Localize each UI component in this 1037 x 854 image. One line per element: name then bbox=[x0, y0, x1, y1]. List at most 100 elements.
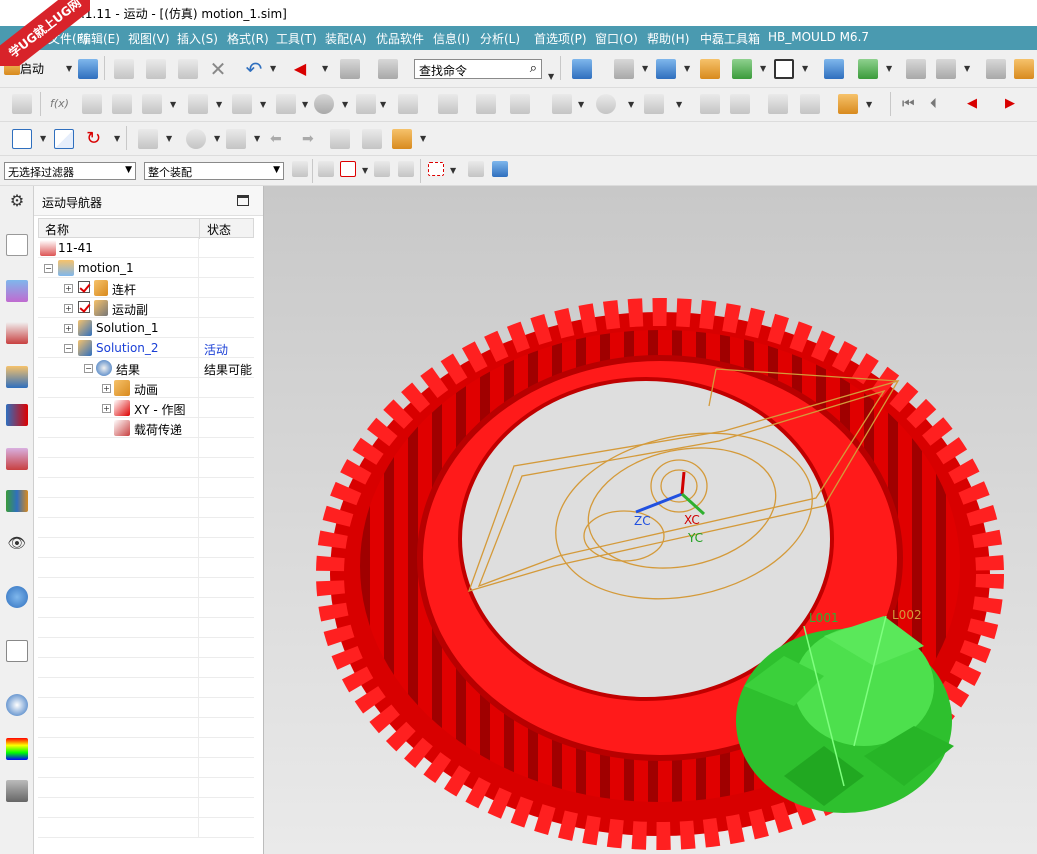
collapse-icon[interactable]: − bbox=[84, 364, 93, 373]
menu-preferences[interactable]: 首选项(P) bbox=[534, 30, 587, 47]
driver-icon[interactable] bbox=[644, 94, 664, 114]
expand-icon[interactable]: + bbox=[102, 384, 111, 393]
interference-icon[interactable] bbox=[438, 94, 458, 114]
previous-dropdown-icon[interactable]: ▼ bbox=[322, 64, 328, 73]
expand-icon[interactable]: + bbox=[64, 284, 73, 293]
settings-gear-icon[interactable]: ⚙ bbox=[6, 190, 28, 212]
menu-format[interactable]: 格式(R) bbox=[227, 30, 269, 47]
plot-icon[interactable] bbox=[226, 129, 246, 149]
collapse-icon[interactable]: − bbox=[44, 264, 53, 273]
chart-export-icon[interactable] bbox=[330, 129, 350, 149]
history-clock-icon[interactable] bbox=[6, 694, 28, 716]
tree-row-root[interactable]: 11-41 bbox=[38, 238, 254, 258]
assembly-navigator-icon[interactable] bbox=[906, 59, 926, 79]
menu-analysis[interactable]: 分析(L) bbox=[480, 30, 520, 47]
command-finder-icon[interactable] bbox=[340, 59, 360, 79]
delete-icon[interactable]: ✕ bbox=[208, 59, 228, 79]
copy-icon[interactable] bbox=[146, 59, 166, 79]
package-dropdown-icon[interactable]: ▼ bbox=[420, 134, 426, 143]
menu-insert[interactable]: 插入(S) bbox=[177, 30, 218, 47]
probe-icon[interactable] bbox=[186, 129, 206, 149]
tree-row-results[interactable]: − 结果 结果可能 bbox=[38, 358, 254, 378]
show-hide-icon[interactable] bbox=[468, 161, 484, 177]
cut-icon[interactable] bbox=[114, 59, 134, 79]
menu-assembly[interactable]: 装配(A) bbox=[325, 30, 367, 47]
undo-dropdown-icon[interactable]: ▼ bbox=[270, 64, 276, 73]
shaded-view-dropdown-icon[interactable]: ▼ bbox=[684, 64, 690, 73]
gear-coupler-icon[interactable] bbox=[142, 94, 162, 114]
general-selection-icon[interactable] bbox=[292, 161, 308, 177]
arrow-left-icon[interactable]: ⬅ bbox=[270, 129, 290, 149]
constraint-dropdown-icon[interactable]: ▼ bbox=[964, 64, 970, 73]
box-select-icon[interactable] bbox=[428, 162, 444, 176]
column-name-header[interactable]: 名称 bbox=[45, 221, 69, 238]
solver-icon[interactable] bbox=[596, 94, 616, 114]
constraint-dropdown-icon-2[interactable]: ▼ bbox=[302, 100, 308, 109]
spring-dropdown-icon[interactable]: ▼ bbox=[216, 100, 222, 109]
play-forward-icon[interactable]: ▶ bbox=[1000, 94, 1020, 114]
plot-dropdown-icon[interactable]: ▼ bbox=[254, 134, 260, 143]
wcs-icon[interactable] bbox=[858, 59, 878, 79]
render-style-dropdown-icon[interactable]: ▼ bbox=[642, 64, 648, 73]
checklist-icon[interactable] bbox=[54, 129, 74, 149]
graphics-viewport[interactable]: ZC XC YC L001 L002 bbox=[264, 186, 1037, 854]
collapse-icon[interactable]: − bbox=[64, 344, 73, 353]
menu-zhonglei-toolbox[interactable]: 中磊工具箱 bbox=[700, 30, 760, 47]
coupler-dropdown-icon[interactable]: ▼ bbox=[170, 100, 176, 109]
process-tools-tab-icon[interactable] bbox=[6, 780, 28, 802]
command-search-input[interactable]: 查找命令 ⌕ bbox=[414, 59, 542, 79]
search-icon[interactable]: ⌕ bbox=[530, 61, 537, 76]
reuse-library-tab-icon[interactable] bbox=[6, 404, 28, 426]
undo-icon[interactable]: ↶ bbox=[244, 59, 264, 79]
view-section-icon[interactable] bbox=[732, 59, 752, 79]
view-section-dropdown-icon[interactable]: ▼ bbox=[760, 64, 766, 73]
info-window-icon[interactable] bbox=[378, 59, 398, 79]
marker-dropdown-icon[interactable]: ▼ bbox=[380, 100, 386, 109]
marker-icon[interactable] bbox=[356, 94, 376, 114]
motion-navigator-tab-icon[interactable] bbox=[6, 234, 28, 256]
start-dropdown-icon[interactable]: ▼ bbox=[66, 64, 72, 73]
information-icon[interactable] bbox=[6, 586, 28, 608]
tree-row-solution1[interactable]: + Solution_1 bbox=[38, 318, 254, 338]
trace-icon[interactable] bbox=[510, 94, 530, 114]
expand-icon[interactable]: + bbox=[102, 404, 111, 413]
sensor-icon[interactable] bbox=[700, 94, 720, 114]
function-manager-icon[interactable]: f(x) bbox=[50, 94, 70, 114]
constraint-navigator-tab-icon[interactable] bbox=[6, 366, 28, 388]
search-dropdown-icon[interactable]: ▼ bbox=[548, 72, 554, 81]
wcs-dropdown-icon[interactable]: ▼ bbox=[886, 64, 892, 73]
background-dropdown-icon[interactable]: ▼ bbox=[802, 64, 808, 73]
roles-tab-icon[interactable] bbox=[6, 490, 28, 512]
spring-icon[interactable] bbox=[188, 94, 208, 114]
menu-window[interactable]: 窗口(O) bbox=[595, 30, 638, 47]
step-back-icon[interactable]: ⏴ bbox=[930, 94, 950, 114]
move-object-icon[interactable] bbox=[824, 59, 844, 79]
color-palette-icon[interactable] bbox=[6, 738, 28, 760]
expand-icon[interactable]: + bbox=[64, 324, 73, 333]
xy-graph-icon[interactable] bbox=[138, 129, 158, 149]
play-backward-icon[interactable]: ◀ bbox=[962, 94, 982, 114]
camera-icon[interactable] bbox=[362, 129, 382, 149]
packaging-icon[interactable] bbox=[730, 94, 750, 114]
load-transfer-icon[interactable] bbox=[768, 94, 788, 114]
select-dropdown-icon[interactable]: ▼ bbox=[40, 134, 46, 143]
shaded-view-icon[interactable] bbox=[656, 59, 676, 79]
previous-icon[interactable]: ◀ bbox=[290, 59, 310, 79]
joints-checkbox[interactable] bbox=[78, 301, 90, 313]
measure-icon[interactable] bbox=[476, 94, 496, 114]
select-region-icon[interactable] bbox=[12, 129, 32, 149]
tree-row-links[interactable]: + 连杆 bbox=[38, 278, 254, 298]
assembly-scope-select[interactable]: 整个装配 ▼ bbox=[144, 162, 284, 180]
reset-icon[interactable]: ↻ bbox=[86, 129, 106, 149]
menu-hb-mould[interactable]: HB_MOULD M6.7 bbox=[768, 30, 869, 44]
menu-youpin[interactable]: 优品软件 bbox=[376, 30, 424, 47]
contact-dropdown-icon[interactable]: ▼ bbox=[260, 100, 266, 109]
package-icon[interactable] bbox=[392, 129, 412, 149]
web-browser-tab-icon[interactable] bbox=[6, 640, 28, 662]
tool-b-icon[interactable] bbox=[1014, 59, 1034, 79]
maximize-icon[interactable] bbox=[237, 195, 249, 206]
constraint-icon[interactable] bbox=[936, 59, 956, 79]
joint-icon[interactable] bbox=[112, 94, 132, 114]
snap-end-icon[interactable] bbox=[398, 161, 414, 177]
render-style-icon[interactable] bbox=[614, 59, 634, 79]
